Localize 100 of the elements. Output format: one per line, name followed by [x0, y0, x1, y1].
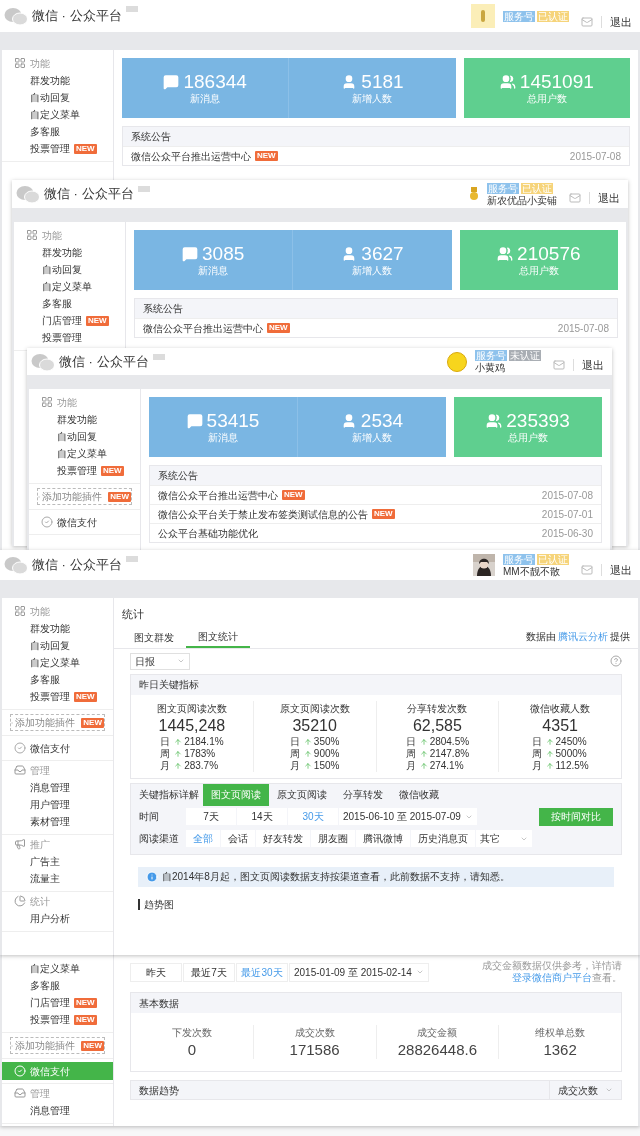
add-plugin-button[interactable]: 添加功能插件 NEW [37, 488, 132, 505]
metric-dropdown[interactable]: 成交次数 [549, 1081, 613, 1099]
new-badge: NEW [282, 490, 305, 500]
stat-value: 1451091 [519, 71, 594, 93]
up-arrow-icon [545, 749, 554, 758]
menu-item[interactable]: 群发功能 [42, 245, 82, 260]
menu-item[interactable]: 投票管理 [57, 463, 97, 478]
metric-value: 1362 [543, 1040, 577, 1059]
menu-item[interactable]: 群发功能 [30, 73, 70, 88]
menu-item[interactable]: 自定义菜单 [42, 279, 92, 294]
menu-section-title: 推广 [30, 837, 50, 852]
menu-item[interactable]: 门店管理 [30, 995, 70, 1010]
tab[interactable]: 图文群发 [122, 626, 186, 648]
channel-option[interactable]: 腾讯微博 [356, 830, 410, 847]
menu-item[interactable]: 多客服 [42, 296, 72, 311]
menu-item[interactable]: 投票管理 [30, 1012, 70, 1027]
up-arrow-icon [545, 737, 554, 746]
period-label: 周 [405, 747, 417, 760]
metric-value: 171586 [289, 1040, 340, 1059]
menu-item[interactable]: 投票管理 [30, 689, 70, 704]
tab[interactable]: 图文统计 [186, 626, 250, 648]
channel-option[interactable]: 好友转发 [256, 830, 310, 847]
platform-title: 微信 · 公众平台 [59, 352, 149, 371]
new-badge: NEW [255, 151, 278, 161]
menu-item[interactable]: 多客服 [30, 672, 60, 687]
range-option[interactable]: 7天 [186, 808, 236, 825]
logout-link[interactable]: 退出 [598, 189, 624, 206]
notice-link[interactable]: 微信公众平台推出运营中心 [143, 320, 263, 336]
range-option[interactable]: 昨天 [130, 962, 182, 982]
menu-item[interactable]: 多客服 [30, 124, 60, 139]
report-dropdown[interactable]: 日报 [130, 652, 190, 670]
info-icon [146, 870, 158, 883]
menu-item[interactable]: 投票管理 [30, 141, 70, 156]
panel-title: 系统公告 [143, 302, 183, 316]
tab[interactable]: 微信收藏 [391, 783, 447, 806]
add-plugin-button[interactable]: 添加功能插件 NEW [10, 714, 105, 731]
grid-icon [14, 57, 26, 69]
logout-link[interactable]: 退出 [610, 13, 636, 30]
date-range-picker[interactable]: 2015-06-10 至 2015-07-09 [339, 808, 477, 825]
add-plugin-button[interactable]: 添加功能插件 NEW [10, 1037, 105, 1054]
menu-link[interactable]: 微信支付 [29, 513, 140, 531]
stat-label: 新消息 [198, 265, 229, 277]
menu-item[interactable]: 自动回复 [57, 429, 97, 444]
tab[interactable]: 原文页阅读 [269, 783, 335, 806]
channel-dropdown[interactable]: 其它 [476, 830, 532, 847]
change-value: 350% [313, 735, 340, 748]
mail-icon[interactable] [581, 16, 593, 28]
channel-option[interactable]: 朋友圈 [311, 830, 355, 847]
menu-item[interactable]: 素材管理 [30, 814, 70, 829]
channel-option[interactable]: 历史消息页 [411, 830, 475, 847]
menu-link[interactable]: 微信支付 [2, 739, 113, 757]
stat-value: 53415 [206, 410, 260, 432]
menu-item[interactable]: 用户分析 [30, 911, 70, 926]
menu-item[interactable]: 自动回复 [30, 638, 70, 653]
menu-item[interactable]: 群发功能 [57, 412, 97, 427]
stat-value: 210576 [517, 243, 581, 265]
change-value: 2450% [555, 735, 587, 748]
menu-item[interactable]: 广告主 [30, 854, 60, 869]
menu-item[interactable]: 投票管理 [42, 330, 82, 345]
tab[interactable]: 分享转发 [335, 783, 391, 806]
range-option[interactable]: 14天 [237, 808, 287, 825]
notice-link[interactable]: 公众平台基础功能优化 [158, 525, 258, 541]
date-range-picker[interactable]: 2015-01-09 至 2015-02-14 [289, 962, 429, 982]
menu-item[interactable]: 自定义菜单 [30, 107, 80, 122]
mail-icon[interactable] [581, 564, 593, 576]
menu-item[interactable]: 自动回复 [30, 90, 70, 105]
chat-icon [163, 74, 180, 90]
data-source-suffix: 提供 [610, 629, 630, 644]
menu-item[interactable]: 自定义菜单 [57, 446, 107, 461]
notice-link[interactable]: 微信公众平台推出运营中心 [158, 487, 278, 503]
notice-date: 2015-07-01 [541, 507, 593, 522]
up-arrow-icon [419, 761, 428, 770]
menu-item[interactable]: 自定义菜单 [30, 961, 80, 976]
check-circle-icon [41, 516, 53, 528]
help-icon[interactable] [610, 655, 622, 667]
filter-label: 时间 [139, 810, 160, 824]
menu-item[interactable]: 流量主 [30, 871, 60, 886]
up-arrow-icon [174, 761, 183, 770]
menu-item[interactable]: 消息管理 [30, 780, 70, 795]
platform-title: 微信 · 公众平台 [44, 185, 134, 204]
stat-label: 新消息 [208, 432, 238, 444]
notice-link[interactable]: 微信公众平台关于禁止发布签类测试信息的公告 [158, 506, 368, 522]
channel-option[interactable]: 会话 [221, 830, 255, 847]
menu-item[interactable]: 自定义菜单 [30, 655, 80, 670]
menu-item[interactable]: 用户管理 [30, 797, 70, 812]
mail-icon[interactable] [569, 192, 581, 204]
avatar-image [447, 351, 467, 372]
menu-item[interactable]: 消息管理 [30, 1103, 70, 1118]
menu-item[interactable]: 自动回复 [42, 262, 82, 277]
notice-link[interactable]: 微信公众平台推出运营中心 [131, 148, 251, 164]
range-option[interactable]: 最近7天 [183, 962, 235, 982]
version-tag [137, 186, 150, 192]
menu-item[interactable]: 门店管理 [42, 313, 82, 328]
period-label: 日 [531, 735, 543, 748]
mail-icon[interactable] [553, 359, 565, 371]
account-tag: 服务号 [487, 182, 519, 194]
menu-item[interactable]: 群发功能 [30, 621, 70, 636]
logout-link[interactable]: 退出 [610, 561, 636, 578]
logout-link[interactable]: 退出 [582, 356, 608, 373]
menu-item[interactable]: 多客服 [30, 978, 60, 993]
